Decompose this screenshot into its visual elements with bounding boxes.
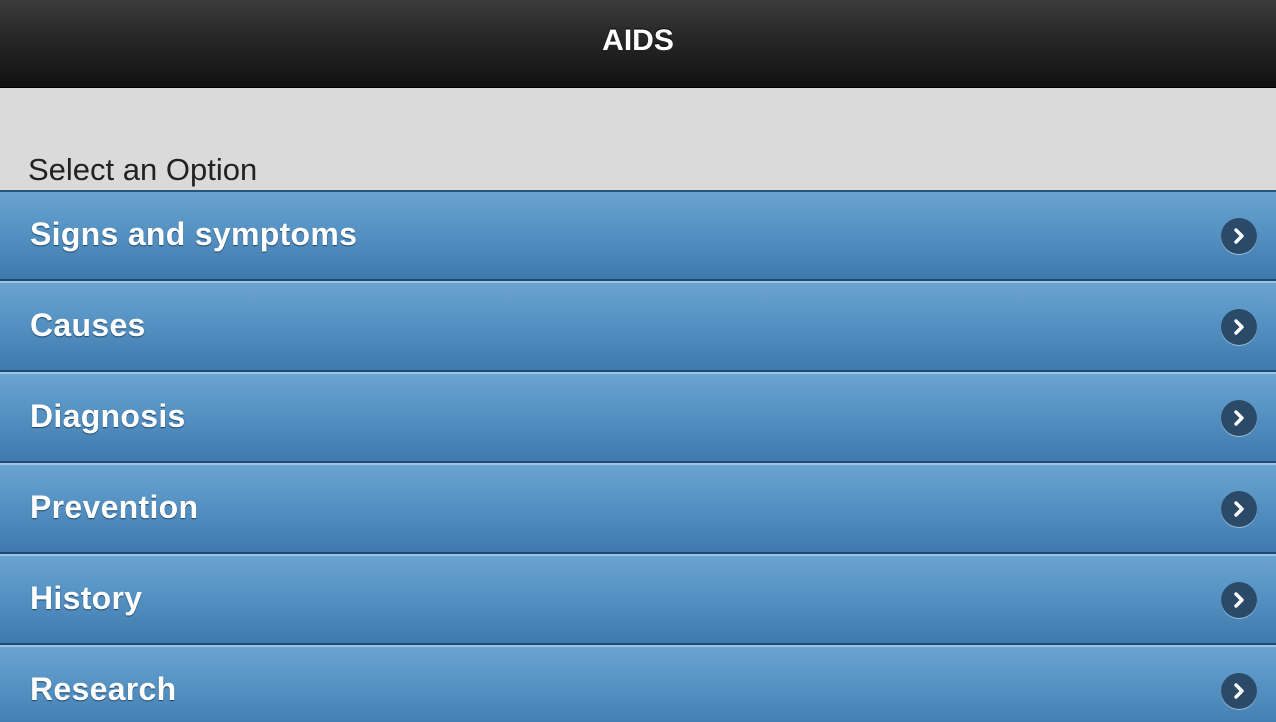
list-item-history[interactable]: History [0,554,1276,645]
chevron-right-icon [1221,308,1257,345]
list-item-label: History [30,579,143,616]
list-item-signs-and-symptoms[interactable]: Signs and symptoms [0,190,1276,281]
header-bar: AIDS [0,0,1276,88]
chevron-right-icon [1221,399,1257,436]
list-item-prevention[interactable]: Prevention [0,463,1276,554]
options-list: Signs and symptoms Causes Diagnosis Prev… [0,190,1276,722]
page-title: AIDS [602,23,674,57]
section-label: Select an Option [28,152,258,187]
chevron-right-icon [1221,581,1257,618]
list-item-label: Diagnosis [30,397,186,434]
list-item-label: Causes [30,306,146,343]
list-item-diagnosis[interactable]: Diagnosis [0,372,1276,463]
app-screen: AIDS Select an Option Signs and symptoms… [0,0,1276,722]
main-content: Select an Option Signs and symptoms Caus… [0,88,1276,722]
chevron-right-icon [1221,217,1257,254]
chevron-right-icon [1221,672,1257,709]
list-item-label: Signs and symptoms [30,215,358,252]
list-item-research[interactable]: Research [0,645,1276,722]
list-item-label: Prevention [30,488,199,525]
list-item-label: Research [30,670,177,707]
chevron-right-icon [1221,490,1257,527]
list-item-causes[interactable]: Causes [0,281,1276,372]
